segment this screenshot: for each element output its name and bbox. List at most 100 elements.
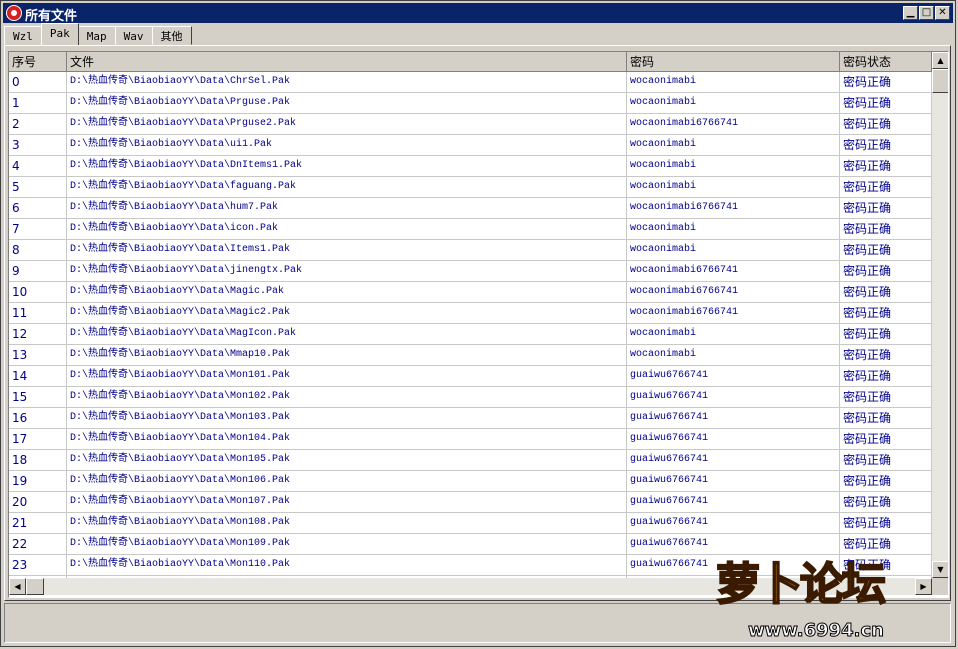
cell-index: 14 bbox=[9, 366, 67, 387]
cell-index: 4 bbox=[9, 156, 67, 177]
cell-password-status: 密码正确 bbox=[840, 156, 932, 177]
table-row[interactable]: 21 D:\热血传奇\BiaobiaoYY\Data\Mon108.Pak guai… bbox=[9, 513, 932, 534]
scroll-left-button[interactable]: ◀ bbox=[9, 578, 26, 595]
app-icon bbox=[6, 5, 22, 21]
cell-password: guaiwu6766741 bbox=[627, 471, 840, 492]
cell-index: 17 bbox=[9, 429, 67, 450]
cell-password: guaiwu6766741 bbox=[627, 366, 840, 387]
column-header-status[interactable]: 密码状态 bbox=[840, 52, 932, 72]
cell-file-path: D:\热血传奇\BiaobiaoYY\Data\Magic.Pak bbox=[67, 282, 627, 303]
cell-index: 15 bbox=[9, 387, 67, 408]
table-row[interactable]: 11 D:\热血传奇\BiaobiaoYY\Data\Magic2.Pak woca… bbox=[9, 303, 932, 324]
cell-password-status: 密码正确 bbox=[840, 93, 932, 114]
table-row[interactable]: 18 D:\热血传奇\BiaobiaoYY\Data\Mon105.Pak guai… bbox=[9, 450, 932, 471]
cell-file-path: D:\热血传奇\BiaobiaoYY\Data\Mon109.Pak bbox=[67, 534, 627, 555]
cell-password: wocaonimabi bbox=[627, 135, 840, 156]
cell-password-status: 密码正确 bbox=[840, 303, 932, 324]
cell-password: wocaonimabi bbox=[627, 93, 840, 114]
cell-password: wocaonimabi bbox=[627, 72, 840, 93]
minimize-icon: ▁ bbox=[906, 7, 915, 18]
maximize-button[interactable]: □ bbox=[919, 6, 934, 20]
close-button[interactable]: ✕ bbox=[935, 6, 950, 20]
cell-file-path: D:\热血传奇\BiaobiaoYY\Data\jinengtx.Pak bbox=[67, 261, 627, 282]
cell-file-path: D:\热血传奇\BiaobiaoYY\Data\ui1.Pak bbox=[67, 135, 627, 156]
cell-password: wocaonimabi6766741 bbox=[627, 282, 840, 303]
cell-password-status: 密码正确 bbox=[840, 450, 932, 471]
minimize-button[interactable]: ▁ bbox=[903, 6, 918, 20]
table-row[interactable]: 14 D:\热血传奇\BiaobiaoYY\Data\Mon101.Pak guai… bbox=[9, 366, 932, 387]
cell-file-path: D:\热血传奇\BiaobiaoYY\Data\Mon105.Pak bbox=[67, 450, 627, 471]
cell-password: guaiwu6766741 bbox=[627, 450, 840, 471]
cell-file-path: D:\热血传奇\BiaobiaoYY\Data\Mmap10.Pak bbox=[67, 345, 627, 366]
tab-strip: Wzl Pak Map Wav 其他 bbox=[4, 23, 192, 46]
table-row[interactable]: 3 D:\热血传奇\BiaobiaoYY\Data\ui1.Pak wocaonim… bbox=[9, 135, 932, 156]
cell-index: 10 bbox=[9, 282, 67, 303]
tab-pak[interactable]: Pak bbox=[40, 23, 79, 45]
table-row[interactable]: 19 D:\热血传奇\BiaobiaoYY\Data\Mon106.Pak guai… bbox=[9, 471, 932, 492]
table-row[interactable]: 8 D:\热血传奇\BiaobiaoYY\Data\Items1.Pak wocao… bbox=[9, 240, 932, 261]
table-row[interactable]: 9 D:\热血传奇\BiaobiaoYY\Data\jinengtx.Pak woc… bbox=[9, 261, 932, 282]
tab-wzl[interactable]: Wzl bbox=[4, 26, 42, 45]
watermark-url: www.6994.cn bbox=[748, 620, 885, 642]
vertical-scroll-thumb[interactable] bbox=[932, 69, 948, 93]
table-row[interactable]: 16 D:\热血传奇\BiaobiaoYY\Data\Mon103.Pak guai… bbox=[9, 408, 932, 429]
table-row[interactable]: 15 D:\热血传奇\BiaobiaoYY\Data\Mon102.Pak guai… bbox=[9, 387, 932, 408]
horizontal-scroll-thumb[interactable] bbox=[26, 578, 44, 595]
column-header-index[interactable]: 序号 bbox=[9, 52, 67, 72]
cell-file-path: D:\热血传奇\BiaobiaoYY\Data\Mon110.Pak bbox=[67, 555, 627, 576]
cell-password-status: 密码正确 bbox=[840, 429, 932, 450]
cell-index: 0 bbox=[9, 72, 67, 93]
cell-password-status: 密码正确 bbox=[840, 492, 932, 513]
table-row[interactable]: 17 D:\热血传奇\BiaobiaoYY\Data\Mon104.Pak guai… bbox=[9, 429, 932, 450]
cell-password-status: 密码正确 bbox=[840, 408, 932, 429]
title-bar[interactable]: 所有文件 ▁ □ ✕ bbox=[3, 3, 953, 24]
cell-password: guaiwu6766741 bbox=[627, 513, 840, 534]
cell-password-status: 密码正确 bbox=[840, 135, 932, 156]
table-row[interactable]: 5 D:\热血传奇\BiaobiaoYY\Data\faguang.Pak woca… bbox=[9, 177, 932, 198]
vertical-scrollbar[interactable]: ▲ ▼ bbox=[932, 52, 948, 578]
table-row[interactable]: 6 D:\热血传奇\BiaobiaoYY\Data\hum7.Pak wocaoni… bbox=[9, 198, 932, 219]
window-controls: ▁ □ ✕ bbox=[903, 6, 950, 20]
column-header-file[interactable]: 文件 bbox=[67, 52, 627, 72]
table-row[interactable]: 0 D:\热血传奇\BiaobiaoYY\Data\ChrSel.Pak wocao… bbox=[9, 72, 932, 93]
table-row[interactable]: 7 D:\热血传奇\BiaobiaoYY\Data\icon.Pak wocaoni… bbox=[9, 219, 932, 240]
list-header: 序号 文件 密码 密码状态 bbox=[9, 52, 932, 72]
table-row[interactable]: 1 D:\热血传奇\BiaobiaoYY\Data\Prguse.Pak wocao… bbox=[9, 93, 932, 114]
table-row[interactable]: 10 D:\热血传奇\BiaobiaoYY\Data\Magic.Pak wocao… bbox=[9, 282, 932, 303]
tab-map[interactable]: Map bbox=[77, 26, 116, 45]
tab-other[interactable]: 其他 bbox=[151, 26, 192, 45]
column-header-password[interactable]: 密码 bbox=[627, 52, 840, 72]
cell-password: wocaonimabi bbox=[627, 219, 840, 240]
cell-password-status: 密码正确 bbox=[840, 72, 932, 93]
table-row[interactable]: 2 D:\热血传奇\BiaobiaoYY\Data\Prguse2.Pak woca… bbox=[9, 114, 932, 135]
table-row[interactable]: 12 D:\热血传奇\BiaobiaoYY\Data\MagIcon.Pak woc… bbox=[9, 324, 932, 345]
table-row[interactable]: 4 D:\热血传奇\BiaobiaoYY\Data\DnItems1.Pak woc… bbox=[9, 156, 932, 177]
cell-password: guaiwu6766741 bbox=[627, 492, 840, 513]
cell-password: wocaonimabi6766741 bbox=[627, 198, 840, 219]
table-row[interactable]: 13 D:\热血传奇\BiaobiaoYY\Data\Mmap10.Pak woca… bbox=[9, 345, 932, 366]
tab-wav[interactable]: Wav bbox=[114, 26, 153, 45]
maximize-icon: □ bbox=[921, 7, 932, 18]
cell-password-status: 密码正确 bbox=[840, 387, 932, 408]
cell-index: 19 bbox=[9, 471, 67, 492]
watermark: 萝卜论坛 www.6994.cn bbox=[708, 548, 948, 644]
cell-password-status: 密码正确 bbox=[840, 471, 932, 492]
cell-file-path: D:\热血传奇\BiaobiaoYY\Data\Mon106.Pak bbox=[67, 471, 627, 492]
cell-file-path: D:\热血传奇\BiaobiaoYY\Data\ChrSel.Pak bbox=[67, 72, 627, 93]
cell-password-status: 密码正确 bbox=[840, 198, 932, 219]
cell-password-status: 密码正确 bbox=[840, 261, 932, 282]
cell-index: 16 bbox=[9, 408, 67, 429]
cell-password: wocaonimabi bbox=[627, 324, 840, 345]
file-list[interactable]: 序号 文件 密码 密码状态 0 D:\热血传奇\BiaobiaoYY\Data\C… bbox=[8, 51, 949, 598]
cell-index: 23 bbox=[9, 555, 67, 576]
cell-password: guaiwu6766741 bbox=[627, 408, 840, 429]
scroll-up-button[interactable]: ▲ bbox=[932, 52, 948, 69]
cell-index: 3 bbox=[9, 135, 67, 156]
arrow-up-icon: ▲ bbox=[937, 56, 944, 65]
window-title: 所有文件 bbox=[25, 9, 78, 24]
cell-file-path: D:\热血传奇\BiaobiaoYY\Data\Prguse2.Pak bbox=[67, 114, 627, 135]
cell-password: guaiwu6766741 bbox=[627, 429, 840, 450]
cell-file-path: D:\热血传奇\BiaobiaoYY\Data\icon.Pak bbox=[67, 219, 627, 240]
table-row[interactable]: 20 D:\热血传奇\BiaobiaoYY\Data\Mon107.Pak guai… bbox=[9, 492, 932, 513]
cell-file-path: D:\热血传奇\BiaobiaoYY\Data\MagIcon.Pak bbox=[67, 324, 627, 345]
